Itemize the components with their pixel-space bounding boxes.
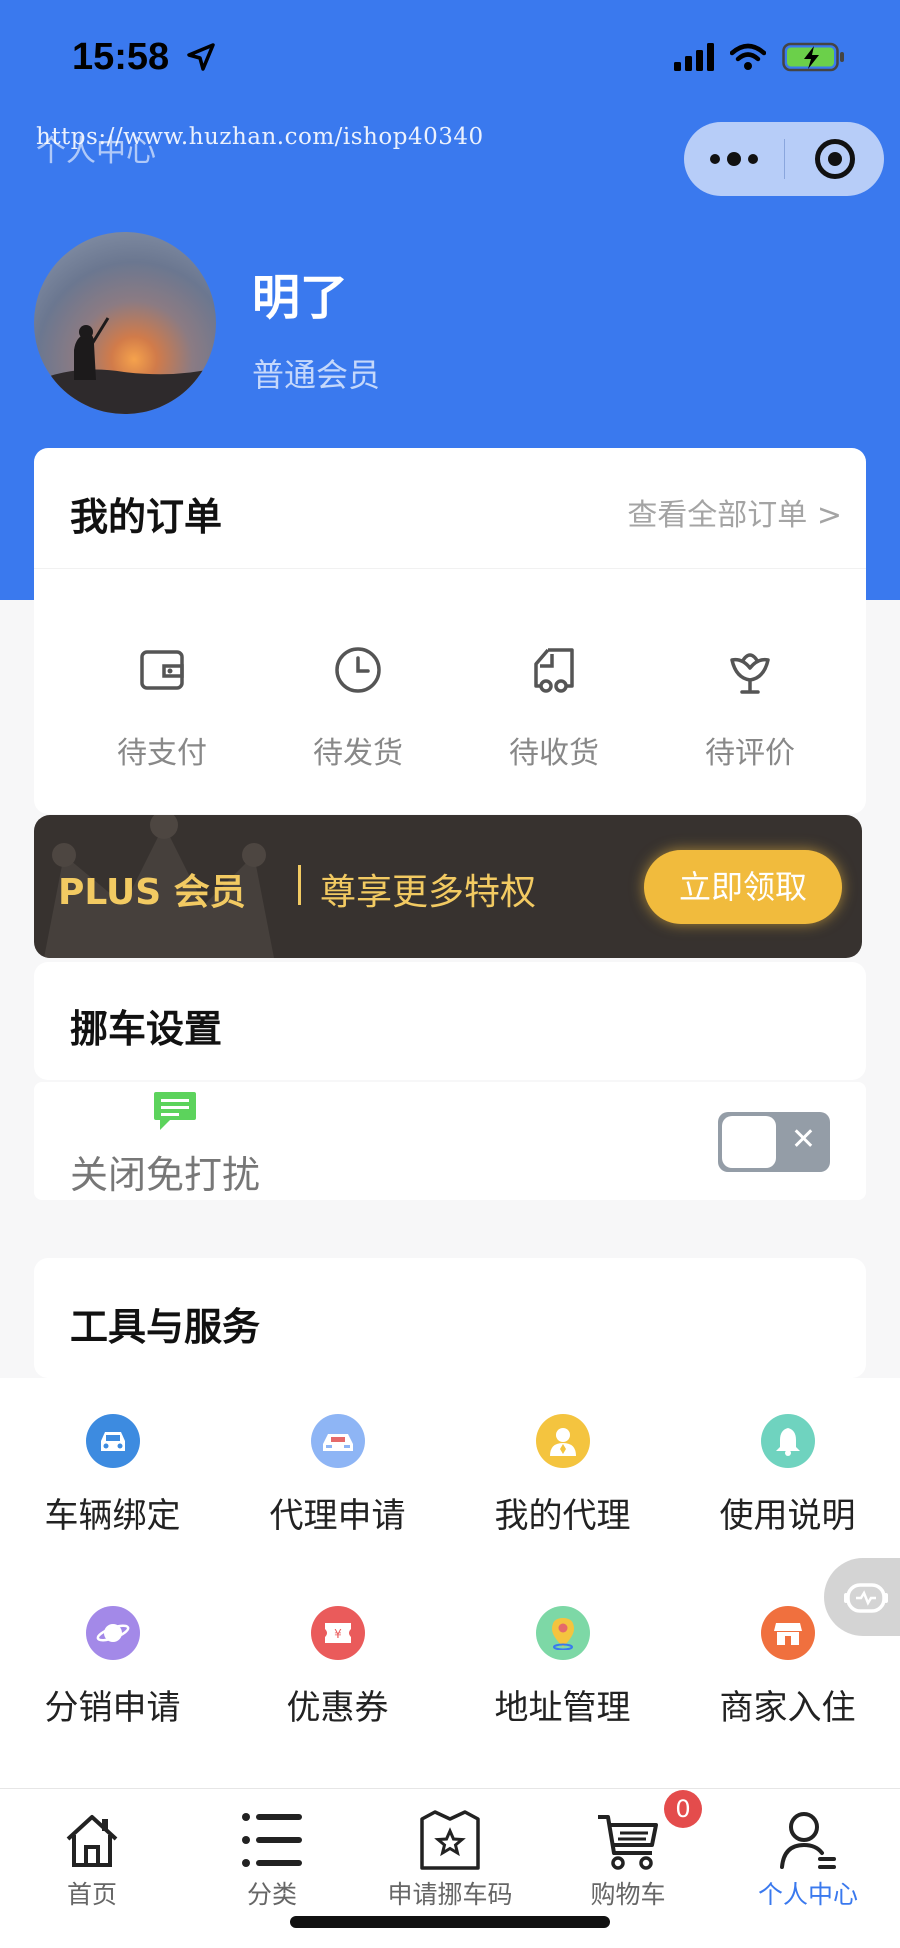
tool-distribution-application[interactable]: 分销申请	[0, 1606, 225, 1729]
mini-program-capsule	[684, 122, 884, 196]
list-icon	[242, 1813, 302, 1867]
target-icon	[814, 139, 855, 179]
tab-apply-move-code[interactable]: 申请挪车码	[360, 1805, 540, 1911]
sunset-photo	[34, 317, 216, 414]
move-car-settings-card: 挪车设置	[34, 962, 866, 1080]
watermark: https://www.huzhan.com/ishop40340	[36, 124, 484, 150]
do-not-disturb-row: 关闭免打扰 ✕	[34, 1082, 866, 1200]
tool-label: 我的代理	[494, 1496, 631, 1536]
robot-icon	[844, 1583, 888, 1613]
chat-bubble-icon	[154, 1092, 196, 1130]
tool-label: 代理申请	[269, 1496, 406, 1536]
car-front-icon	[310, 1414, 365, 1468]
wifi-icon	[730, 43, 766, 70]
close-x-icon: ✕	[790, 1122, 816, 1157]
tool-label: 使用说明	[719, 1496, 856, 1536]
avatar[interactable]	[34, 232, 216, 414]
tab-label: 分类	[246, 1880, 297, 1909]
dnd-label: 关闭免打扰	[70, 1153, 261, 1197]
coupon-icon: ¥	[310, 1606, 365, 1660]
tab-category[interactable]: 分类	[182, 1805, 362, 1911]
wallet-icon	[140, 650, 184, 690]
tool-coupons[interactable]: ¥ 优惠券	[225, 1606, 450, 1729]
cart-icon	[598, 1815, 658, 1870]
agent-icon	[535, 1414, 590, 1468]
orders-card: 我的订单 查看全部订单 > 待支付 待发货 待收货 待评价	[34, 448, 866, 814]
tool-agent-application[interactable]: 代理申请	[225, 1414, 450, 1537]
plus-divider	[298, 865, 301, 905]
claim-plus-button[interactable]: 立即领取	[644, 850, 842, 924]
user-name: 明了	[252, 270, 349, 326]
more-dot-icon	[748, 154, 758, 164]
plus-membership-banner: PLUS 会员 尊享更多特权 立即领取	[34, 815, 862, 958]
tab-label: 申请挪车码	[387, 1880, 513, 1909]
view-all-orders-link[interactable]: 查看全部订单 >	[627, 490, 842, 534]
customer-service-button[interactable]	[824, 1558, 900, 1636]
ticket-star-icon	[420, 1810, 480, 1870]
tab-home[interactable]: 首页	[2, 1805, 182, 1911]
more-dot-icon	[710, 154, 720, 164]
tool-label: 分销申请	[44, 1688, 181, 1728]
tools-grid: 车辆绑定 代理申请 我的代理 使用说明 分销申请 ¥ 优惠券 地址管理 商家入住	[0, 1378, 900, 1788]
truck-icon	[534, 648, 574, 693]
tab-label: 首页	[66, 1880, 117, 1909]
user-icon	[780, 1812, 836, 1869]
orders-title: 我的订单	[70, 495, 223, 539]
order-status-pending-receipt[interactable]: 待收货	[456, 642, 652, 772]
car-icon	[85, 1414, 140, 1468]
home-indicator	[290, 1916, 610, 1928]
toggle-knob	[722, 1116, 776, 1168]
tools-services-card: 工具与服务	[34, 1258, 866, 1378]
order-status-label: 待收货	[509, 736, 599, 771]
status-bar: 15:58	[0, 0, 900, 120]
battery-charging-icon	[782, 42, 844, 72]
cart-badge: 0	[664, 1790, 702, 1828]
status-time: 15:58	[72, 36, 170, 78]
plus-title: PLUS 会员	[58, 872, 246, 913]
home-icon	[66, 1815, 118, 1867]
tool-label: 地址管理	[494, 1688, 631, 1728]
tool-label: 车辆绑定	[44, 1496, 181, 1536]
tools-title: 工具与服务	[70, 1305, 261, 1349]
store-icon	[760, 1606, 815, 1660]
plus-subtitle: 尊享更多特权	[320, 872, 537, 913]
tab-profile[interactable]: 个人中心	[718, 1805, 898, 1911]
planet-icon	[85, 1606, 140, 1660]
order-status-pending-review[interactable]: 待评价	[652, 642, 848, 772]
signal-icon	[674, 43, 714, 71]
divider	[34, 568, 866, 569]
dnd-toggle[interactable]: ✕	[718, 1112, 830, 1172]
flower-icon	[730, 653, 770, 694]
order-status-pending-payment[interactable]: 待支付	[64, 642, 260, 772]
tab-label: 购物车	[590, 1880, 666, 1909]
svg-text:¥: ¥	[334, 1627, 342, 1641]
move-car-title: 挪车设置	[70, 1007, 223, 1051]
bell-icon	[760, 1414, 815, 1468]
more-dot-icon	[727, 152, 741, 166]
clock-icon	[335, 647, 381, 693]
tool-label: 优惠券	[286, 1688, 389, 1728]
tool-vehicle-binding[interactable]: 车辆绑定	[0, 1414, 225, 1537]
member-level: 普通会员	[252, 356, 381, 394]
location-arrow-icon	[187, 43, 215, 71]
close-mini-program-button[interactable]	[785, 122, 884, 196]
tool-instructions[interactable]: 使用说明	[675, 1414, 900, 1537]
more-button[interactable]	[684, 122, 784, 196]
order-status-label: 待支付	[117, 736, 207, 771]
order-status-label: 待发货	[313, 736, 403, 771]
order-status-label: 待评价	[705, 736, 795, 771]
order-status-pending-shipment[interactable]: 待发货	[260, 642, 456, 772]
tab-label: 个人中心	[757, 1880, 858, 1909]
location-icon	[535, 1606, 590, 1660]
tool-my-agent[interactable]: 我的代理	[450, 1414, 675, 1537]
tool-address-management[interactable]: 地址管理	[450, 1606, 675, 1729]
tool-label: 商家入住	[719, 1688, 856, 1728]
